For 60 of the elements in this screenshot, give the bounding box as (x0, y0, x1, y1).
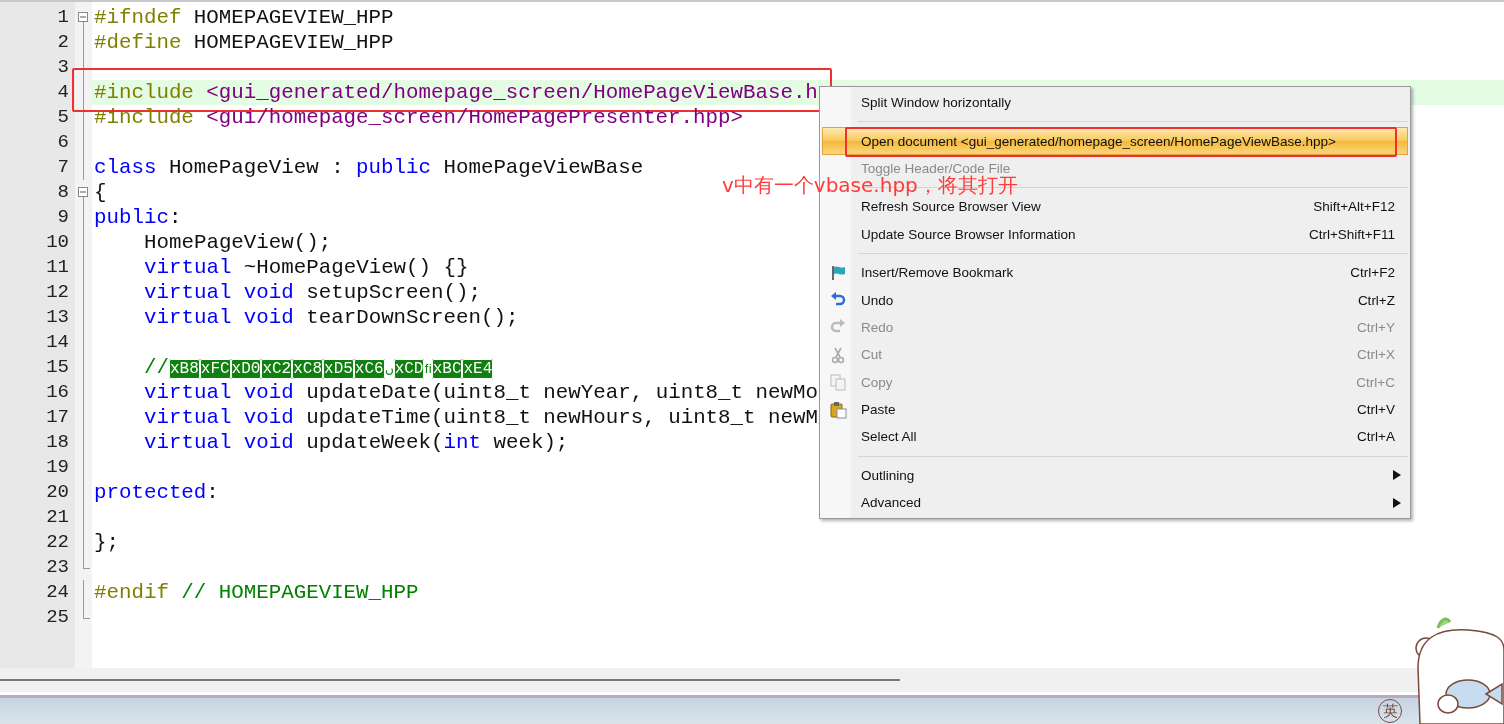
line-number: 19 (45, 455, 70, 480)
line-number: 10 (45, 230, 70, 255)
collapse-icon[interactable] (78, 187, 88, 197)
menu-item[interactable]: Outlining (822, 461, 1408, 490)
line-number: 6 (56, 130, 70, 155)
code-line: virtual void setupScreen(); (143, 280, 481, 305)
line-number: 20 (45, 480, 70, 505)
code-line: protected: (93, 480, 219, 505)
code-line: virtual ~HomePageView() {} (143, 255, 469, 280)
code-line: virtual void updateWeek(int week); (143, 430, 569, 455)
line-number: 16 (45, 380, 70, 405)
line-number: 23 (45, 555, 70, 580)
menu-item[interactable]: Update Source Browser Information Ctrl+Shift+F11 (822, 220, 1408, 248)
code-line: { (93, 180, 107, 205)
clipboard-icon (829, 400, 847, 419)
menu-item[interactable]: Open document <gui_generated/homepage_screen/HomePageViewBase.hpp> (822, 127, 1408, 155)
line-number: 18 (45, 430, 70, 455)
line-number: 14 (45, 330, 70, 355)
code-line: #define HOMEPAGEVIEW_HPP (93, 30, 394, 55)
menu-item[interactable]: Advanced (822, 489, 1408, 517)
menu-item[interactable]: Paste Ctrl+V (822, 395, 1408, 424)
menu-item[interactable]: Insert/Remove Bookmark Ctrl+F2 (822, 258, 1408, 287)
flag-icon (829, 263, 847, 282)
line-number: 7 (56, 155, 70, 180)
line-number: 21 (45, 505, 70, 530)
submenu-arrow-icon (1393, 497, 1401, 508)
line-number: 13 (45, 305, 70, 330)
code-line: }; (93, 530, 119, 555)
line-number: 8 (56, 180, 70, 205)
code-line: virtual void updateDate(uint8_t newYear, uint8_t newMo (143, 380, 818, 405)
menu-item[interactable]: Split Window horizontally (822, 89, 1408, 117)
line-number: 17 (45, 405, 70, 430)
menu-item[interactable]: Undo Ctrl+Z (822, 286, 1408, 314)
line-number: 22 (45, 530, 70, 555)
collapse-icon[interactable] (78, 12, 88, 22)
line-number: 15 (45, 355, 70, 380)
menu-item[interactable]: Select All Ctrl+A (822, 423, 1408, 451)
code-line: #endif // HOMEPAGEVIEW_HPP (93, 580, 419, 605)
line-number: 1 (56, 5, 70, 30)
line-number: 11 (45, 255, 70, 280)
code-line: public: (93, 205, 182, 230)
code-line: #ifndef HOMEPAGEVIEW_HPP (93, 5, 394, 30)
line-number: 12 (45, 280, 70, 305)
line-number: 24 (45, 580, 70, 605)
line-number: 25 (45, 605, 70, 630)
code-line: #include <gui_generated/homepage_screen/HomePageViewBase.h (93, 80, 818, 105)
scrollbar[interactable] (0, 679, 900, 681)
line-number: 5 (56, 105, 70, 130)
code-line: #include <gui/homepage_screen/HomePagePresenter.hpp> (93, 105, 743, 130)
line-number: 9 (56, 205, 70, 230)
line-number: 3 (56, 55, 70, 80)
code-line: virtual void updateTime(uint8_t newHours, uint8_t newM (143, 405, 818, 430)
line-number: 4 (56, 80, 70, 105)
code-line: HomePageView(); (143, 230, 332, 255)
line-number: 2 (56, 30, 70, 55)
code-line: class HomePageView : public HomePageViewBase (93, 155, 644, 180)
submenu-arrow-icon (1393, 470, 1401, 481)
scissors-icon (829, 345, 847, 364)
code-line: virtual void tearDownScreen(); (143, 305, 519, 330)
copy-icon (829, 373, 847, 392)
